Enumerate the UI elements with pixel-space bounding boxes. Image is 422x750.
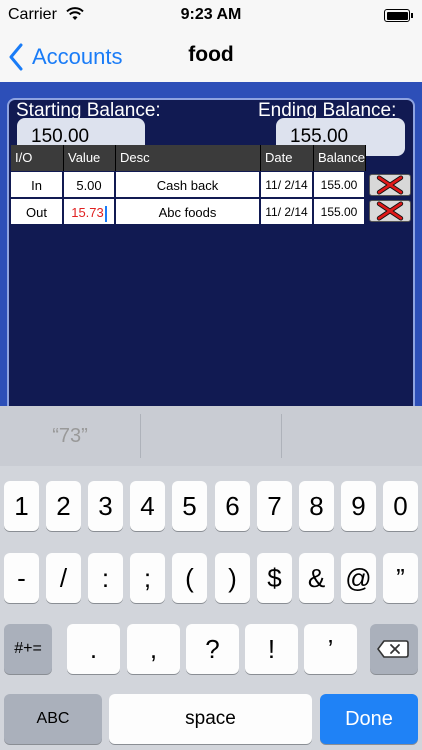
key-4[interactable]: 4	[130, 481, 165, 531]
key-3[interactable]: 3	[88, 481, 123, 531]
key-5[interactable]: 5	[172, 481, 207, 531]
row1-date[interactable]: 11/ 2/14	[261, 172, 314, 199]
abc-key[interactable]: ABC	[4, 694, 102, 744]
space-key[interactable]: space	[109, 694, 312, 744]
row2-io[interactable]: Out	[11, 199, 64, 226]
column-header-io: I/O	[11, 145, 64, 171]
row1-balance: 155.00	[314, 172, 366, 199]
row2-value: 15.73	[71, 205, 104, 220]
key-8[interactable]: 8	[299, 481, 334, 531]
key-2[interactable]: 2	[46, 481, 81, 531]
status-bar: Carrier 9:23 AM	[0, 0, 422, 32]
status-time: 9:23 AM	[180, 6, 242, 23]
delete-x-icon	[376, 201, 404, 221]
row1-desc[interactable]: Cash back	[116, 172, 261, 199]
key-period[interactable]: .	[67, 624, 120, 674]
key-0[interactable]: 0	[383, 481, 418, 531]
backspace-key[interactable]	[370, 624, 418, 674]
key-quote[interactable]: ”	[383, 553, 418, 603]
symbols-key[interactable]: #+=	[4, 624, 52, 674]
column-header-date: Date	[261, 145, 314, 171]
key-1[interactable]: 1	[4, 481, 39, 531]
row2-delete-button[interactable]	[369, 200, 411, 222]
backspace-icon	[377, 640, 409, 658]
column-header-value: Value	[64, 145, 116, 171]
key-hyphen[interactable]: -	[4, 553, 39, 603]
navigation-bar: Accounts food	[0, 32, 422, 82]
row1-value[interactable]: 5.00	[64, 172, 116, 199]
key-dollar[interactable]: $	[257, 553, 292, 603]
battery-icon	[384, 9, 413, 22]
key-semicolon[interactable]: ;	[130, 553, 165, 603]
suggestion-empty[interactable]	[282, 406, 422, 466]
key-exclamation[interactable]: !	[245, 624, 298, 674]
key-slash[interactable]: /	[46, 553, 81, 603]
key-6[interactable]: 6	[215, 481, 250, 531]
column-header-desc: Desc	[116, 145, 261, 171]
column-header-balance: Balance	[314, 145, 366, 171]
delete-x-icon	[376, 175, 404, 195]
row2-date[interactable]: 11/ 2/14	[261, 199, 314, 226]
suggestion-item[interactable]: “73”	[0, 406, 140, 466]
key-apostrophe[interactable]: ’	[304, 624, 357, 674]
key-ampersand[interactable]: &	[299, 553, 334, 603]
row2-balance: 155.00	[314, 199, 366, 226]
page-title: food	[188, 43, 234, 66]
key-comma[interactable]: ,	[127, 624, 180, 674]
key-open-paren[interactable]: (	[172, 553, 207, 603]
key-at[interactable]: @	[341, 553, 376, 603]
text-caret	[104, 205, 107, 222]
row2-value-field[interactable]: 15.73	[64, 199, 116, 226]
key-7[interactable]: 7	[257, 481, 292, 531]
row1-io[interactable]: In	[11, 172, 64, 199]
row2-desc[interactable]: Abc foods	[116, 199, 261, 226]
key-question[interactable]: ?	[186, 624, 239, 674]
key-9[interactable]: 9	[341, 481, 376, 531]
done-key[interactable]: Done	[320, 694, 418, 744]
row1-delete-button[interactable]	[369, 174, 411, 196]
key-colon[interactable]: :	[88, 553, 123, 603]
suggestion-bar: “73”	[0, 406, 422, 466]
suggestion-empty[interactable]	[141, 406, 281, 466]
key-close-paren[interactable]: )	[215, 553, 250, 603]
